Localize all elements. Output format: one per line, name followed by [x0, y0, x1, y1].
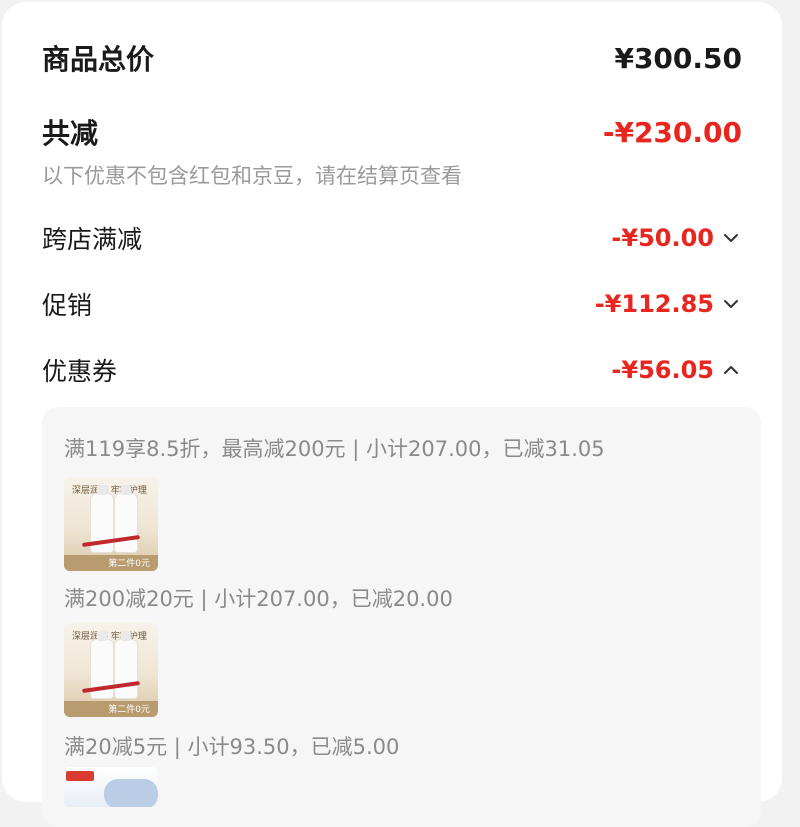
discount-row-cross-store[interactable]: 跨店满减 -¥50.00	[42, 220, 742, 256]
discount-value: -¥56.05	[611, 356, 714, 384]
product-thumbnail[interactable]: 深层润养 牢牢护理 第二件0元	[64, 477, 158, 571]
thumbnail-band-text: 第二件0元	[108, 705, 150, 715]
total-reduction-value: -¥230.00	[602, 115, 742, 149]
chevron-down-icon[interactable]	[720, 293, 742, 315]
discount-label: 促销	[42, 291, 93, 320]
discount-value-group: -¥56.05	[611, 356, 742, 384]
thumbnail-band: 第二件0元	[64, 555, 158, 571]
coupon-rule: 满20减5元 | 小计93.50，已减5.00	[64, 735, 400, 759]
discount-value: -¥50.00	[611, 224, 714, 252]
discount-value-group: -¥112.85	[595, 290, 742, 318]
thumbnail-band-text: 第二件0元	[108, 559, 150, 569]
coupon-rule: 满119享8.5折，最高减200元 | 小计207.00，已减31.05	[64, 437, 605, 461]
discount-row-coupon[interactable]: 优惠券 -¥56.05	[42, 352, 742, 388]
discount-note: 以下优惠不包含红包和京豆，请在结算页查看	[42, 164, 462, 188]
total-price-value: ¥300.50	[614, 41, 742, 75]
bottle-image	[114, 485, 138, 553]
coupon-rule: 满200减20元 | 小计207.00，已减20.00	[64, 587, 453, 611]
product-thumbnail[interactable]	[64, 767, 158, 807]
chevron-up-icon[interactable]	[720, 359, 742, 381]
total-reduction-label: 共减	[42, 117, 99, 150]
promo-tag	[66, 771, 94, 781]
product-image	[104, 779, 158, 807]
product-thumbnail[interactable]: 深层润养 牢牢护理 第二件0元	[64, 623, 158, 717]
discount-label: 跨店满减	[42, 225, 143, 254]
total-reduction-row: 共减 -¥230.00	[42, 112, 742, 152]
discount-row-promotion[interactable]: 促销 -¥112.85	[42, 286, 742, 322]
discount-value: -¥112.85	[594, 290, 714, 318]
price-detail-card: 商品总价 ¥300.50 共减 -¥230.00 以下优惠不包含红包和京豆，请在…	[2, 2, 782, 827]
bottle-image	[114, 631, 138, 699]
total-price-label: 商品总价	[42, 43, 155, 76]
discount-label: 优惠券	[42, 357, 118, 386]
discount-value-group: -¥50.00	[611, 224, 742, 252]
thumbnail-band: 第二件0元	[64, 701, 158, 717]
chevron-down-icon[interactable]	[720, 227, 742, 249]
coupon-detail-panel: 满119享8.5折，最高减200元 | 小计207.00，已减31.05 深层润…	[42, 407, 761, 827]
total-price-row: 商品总价 ¥300.50	[42, 38, 742, 78]
